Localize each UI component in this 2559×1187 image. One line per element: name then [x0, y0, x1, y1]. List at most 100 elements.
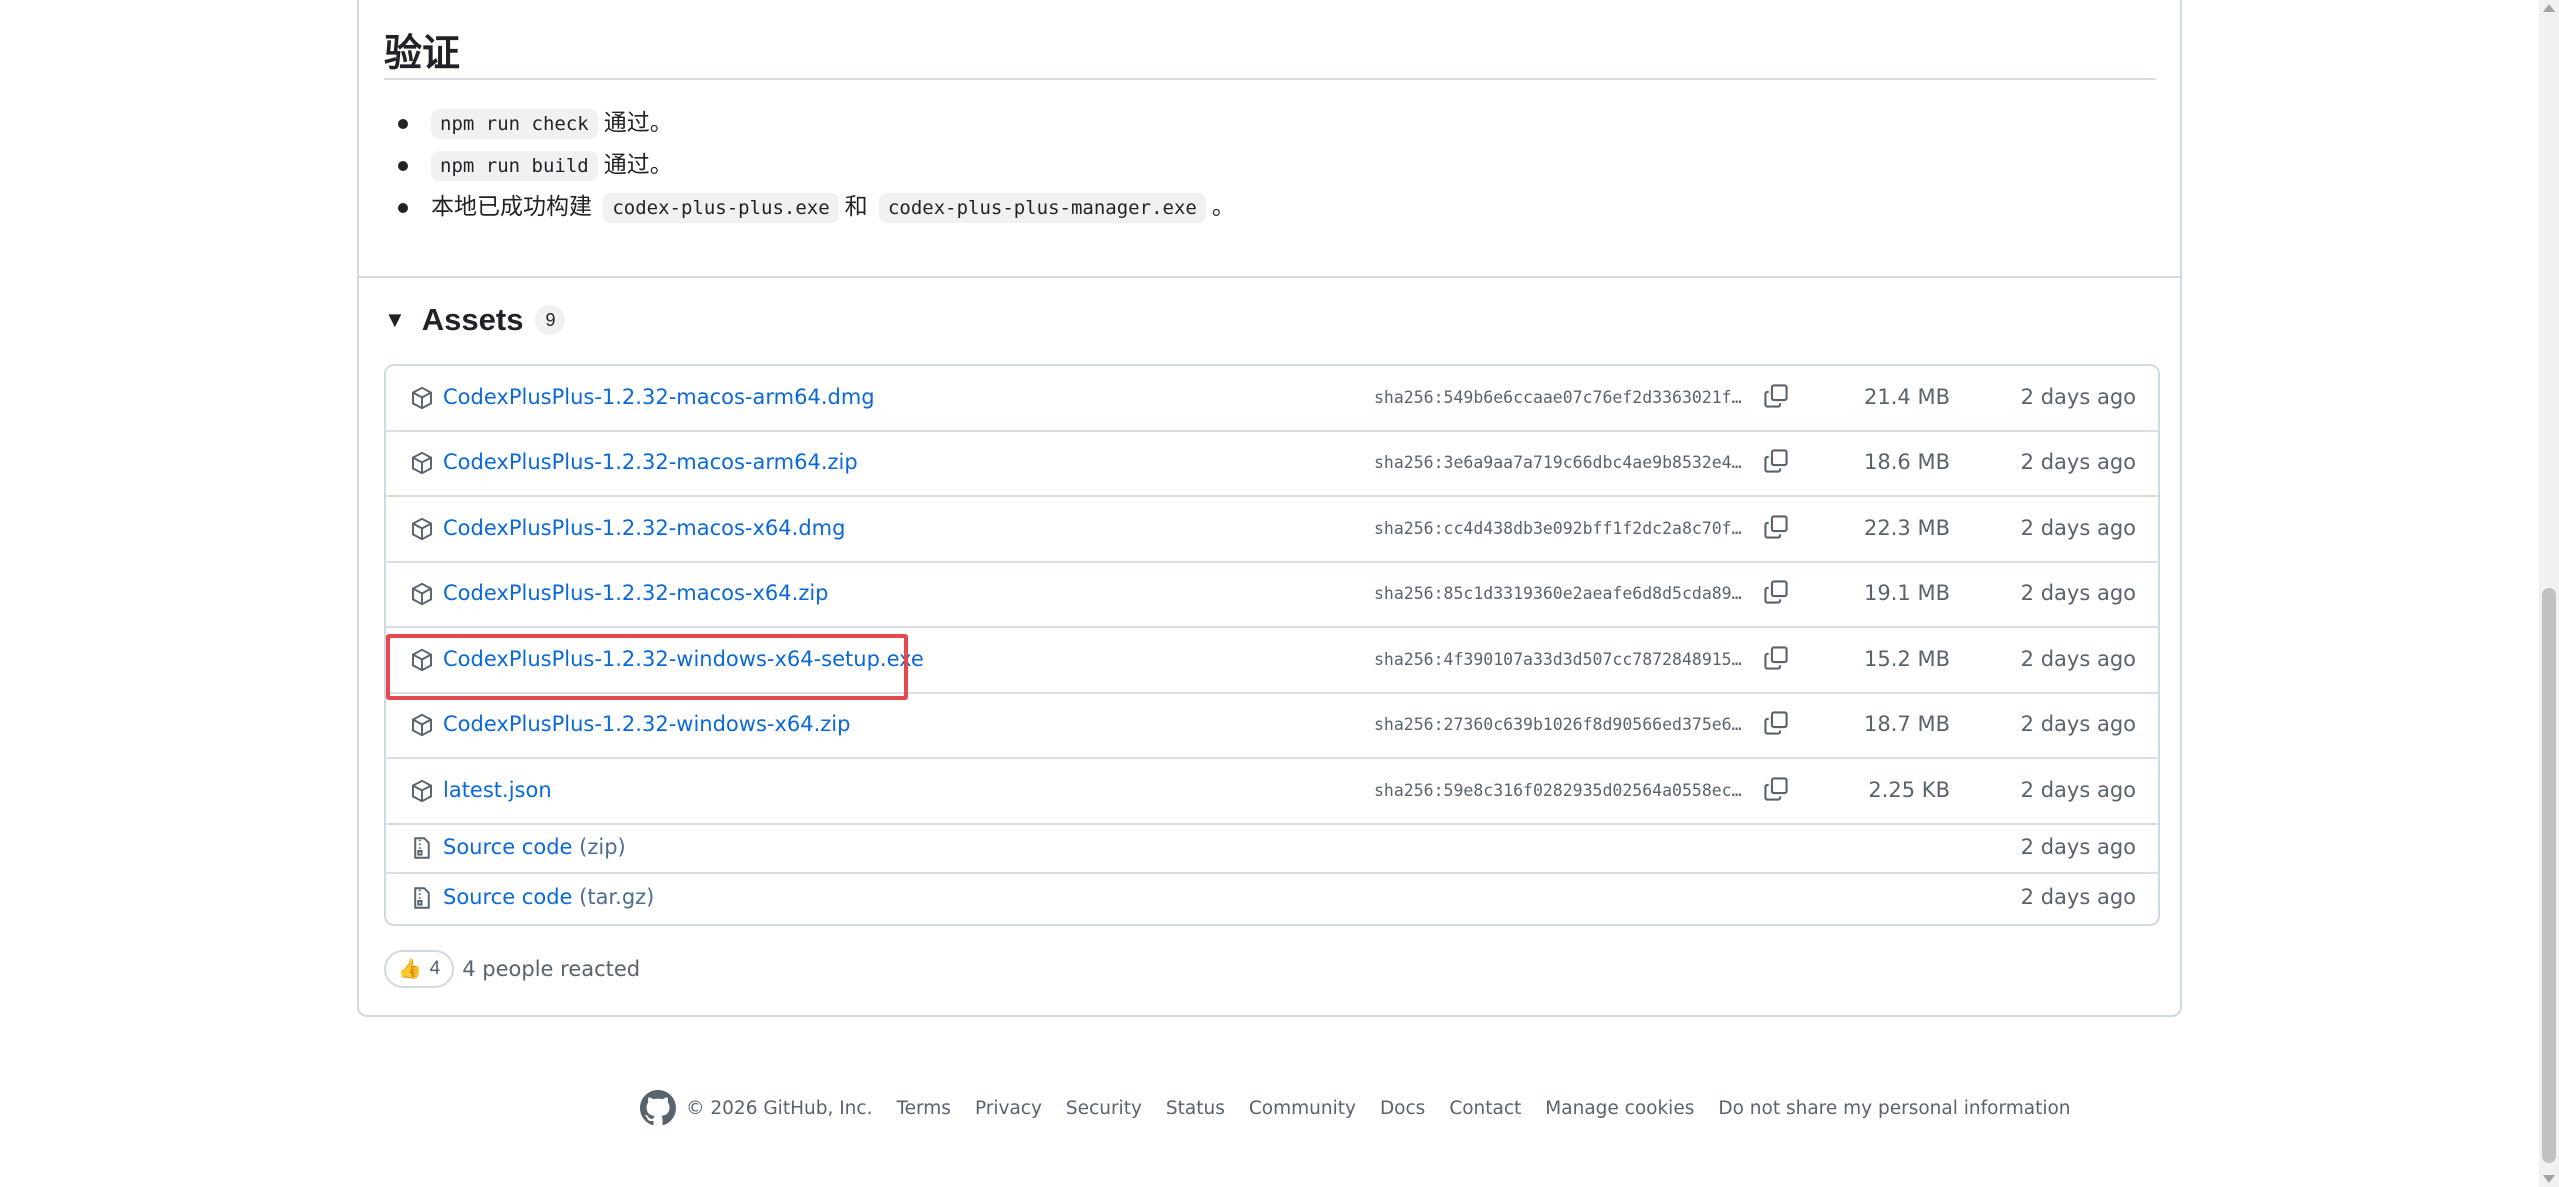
asset-sha256: sha256:59e8c316f0282935d02564a0558ec…: [1374, 780, 1742, 800]
footer-link-do-not-share[interactable]: Do not share my personal information: [1718, 1098, 2070, 1119]
inline-code: npm run build: [431, 151, 598, 181]
source-code-row: Source code (zip) 2 days ago: [386, 825, 2158, 874]
source-code-format: (zip): [579, 835, 626, 860]
asset-date: 2 days ago: [2020, 515, 2136, 540]
asset-row: CodexPlusPlus-1.2.32-windows-x64-setup.e…: [386, 628, 2158, 694]
footer-link-contact[interactable]: Contact: [1449, 1098, 1521, 1119]
asset-date: 2 days ago: [2020, 450, 2136, 475]
asset-size: 15.2 MB: [1864, 646, 1950, 671]
copy-icon[interactable]: [1763, 383, 1789, 409]
caret-down-icon: ▼: [384, 307, 406, 332]
asset-sha256: sha256:27360c639b1026f8d90566ed375e6…: [1374, 715, 1742, 735]
copy-icon[interactable]: [1763, 448, 1789, 474]
asset-sha256: sha256:85c1d3319360e2aeafe6d8d5cda89…: [1374, 584, 1742, 604]
footer-link-status[interactable]: Status: [1166, 1098, 1225, 1119]
asset-size: 18.6 MB: [1864, 450, 1950, 475]
inline-code: npm run check: [431, 109, 598, 139]
asset-date: 2 days ago: [2020, 777, 2136, 802]
footer-link-manage-cookies[interactable]: Manage cookies: [1545, 1098, 1694, 1119]
package-icon: [410, 516, 434, 542]
list-item-text: 通过。: [603, 152, 673, 178]
asset-date: 2 days ago: [2020, 884, 2136, 909]
release-card: 验证 npm run check 通过。 npm run build 通过。 本地已…: [357, 0, 2182, 1017]
list-item: npm run check 通过。: [398, 102, 1235, 144]
asset-date: 2 days ago: [2020, 646, 2136, 671]
source-code-link[interactable]: Source code (tar.gz): [443, 885, 654, 909]
asset-download-link[interactable]: CodexPlusPlus-1.2.32-macos-x64.dmg: [443, 516, 845, 540]
copy-icon[interactable]: [1763, 579, 1789, 605]
footer-copyright: © 2026 GitHub, Inc.: [686, 1097, 873, 1119]
package-icon: [410, 647, 434, 673]
assets-title: Assets: [421, 302, 524, 337]
source-code-label: Source code: [443, 835, 573, 860]
asset-download-link[interactable]: CodexPlusPlus-1.2.32-windows-x64-setup.e…: [443, 647, 924, 671]
asset-sha256: sha256:3e6a9aa7a719c66dbc4ae9b8532e4…: [1374, 453, 1742, 473]
asset-download-link[interactable]: CodexPlusPlus-1.2.32-macos-arm64.zip: [443, 450, 858, 474]
reacted-summary: 4 people reacted: [462, 957, 641, 981]
list-item-text: 本地已成功构建: [431, 194, 592, 220]
footer-link-security[interactable]: Security: [1066, 1098, 1142, 1119]
asset-row: CodexPlusPlus-1.2.32-macos-x64.dmg sha256…: [386, 497, 2158, 563]
copy-icon[interactable]: [1763, 514, 1789, 540]
file-zip-icon: [410, 835, 434, 861]
asset-download-link[interactable]: CodexPlusPlus-1.2.32-windows-x64.zip: [443, 712, 850, 736]
package-icon: [410, 581, 434, 607]
asset-date: 2 days ago: [2020, 712, 2136, 737]
asset-row: CodexPlusPlus-1.2.32-macos-arm64.dmg sha2…: [386, 366, 2158, 432]
asset-size: 18.7 MB: [1864, 712, 1950, 737]
footer-link-community[interactable]: Community: [1249, 1098, 1356, 1119]
reaction-button[interactable]: 👍 4: [384, 950, 455, 988]
asset-row: CodexPlusPlus-1.2.32-macos-arm64.zip sha2…: [386, 432, 2158, 497]
list-item: 本地已成功构建 codex-plus-plus.exe 和 codex-plus-…: [398, 186, 1235, 228]
assets-toggle[interactable]: ▼ Assets 9: [384, 300, 566, 340]
package-icon: [410, 385, 434, 411]
inline-code: codex-plus-plus-manager.exe: [878, 193, 1206, 223]
heading-divider: [384, 78, 2156, 80]
vertical-scrollbar[interactable]: [2539, 0, 2559, 1187]
footer-link-docs[interactable]: Docs: [1380, 1098, 1425, 1119]
scroll-up-arrow-icon[interactable]: [2543, 4, 2555, 12]
asset-download-link[interactable]: latest.json: [443, 778, 552, 802]
asset-sha256: sha256:4f390107a33d3d507cc7872848915…: [1374, 649, 1742, 669]
footer-link-terms[interactable]: Terms: [896, 1098, 950, 1119]
reactions-bar: 👍 4 4 people reacted: [384, 950, 640, 988]
verify-list: npm run check 通过。 npm run build 通过。 本地已成功构…: [398, 102, 1235, 228]
asset-date: 2 days ago: [2020, 384, 2136, 409]
asset-row: CodexPlusPlus-1.2.32-macos-x64.zip sha256…: [386, 563, 2158, 628]
source-code-format: (tar.gz): [579, 884, 655, 909]
package-icon: [410, 712, 434, 738]
release-notes-section: 验证 npm run check 通过。 npm run build 通过。 本地已…: [359, 0, 2180, 278]
asset-size: 22.3 MB: [1864, 515, 1950, 540]
reaction-count: 4: [429, 958, 441, 979]
asset-sha256: sha256:549b6e6ccaae07c76ef2d3363021f…: [1374, 387, 1742, 407]
file-zip-icon: [410, 885, 434, 911]
scroll-down-arrow-icon[interactable]: [2543, 1175, 2555, 1183]
copy-icon[interactable]: [1763, 776, 1789, 802]
footer-link-privacy[interactable]: Privacy: [975, 1098, 1042, 1119]
assets-list: CodexPlusPlus-1.2.32-macos-arm64.dmg sha2…: [384, 364, 2160, 926]
package-icon: [410, 450, 434, 476]
source-code-row: Source code (tar.gz) 2 days ago: [386, 874, 2158, 924]
asset-sha256: sha256:cc4d438db3e092bff1f2dc2a8c70f…: [1374, 518, 1742, 538]
source-code-label: Source code: [443, 884, 573, 909]
copy-icon[interactable]: [1763, 710, 1789, 736]
copy-icon[interactable]: [1763, 645, 1789, 671]
list-item-text: 和: [844, 194, 868, 220]
thumbs-up-icon: 👍: [398, 959, 422, 980]
asset-row: CodexPlusPlus-1.2.32-windows-x64.zip sha2…: [386, 694, 2158, 759]
assets-count-badge: 9: [535, 305, 566, 335]
scrollbar-thumb[interactable]: [2542, 588, 2556, 1163]
github-logo-icon[interactable]: [640, 1090, 676, 1126]
asset-date: 2 days ago: [2020, 835, 2136, 860]
asset-row: latest.json sha256:59e8c316f0282935d02564…: [386, 759, 2158, 825]
list-item-text: 。: [1211, 194, 1235, 220]
asset-size: 19.1 MB: [1864, 581, 1950, 606]
asset-download-link[interactable]: CodexPlusPlus-1.2.32-macos-arm64.dmg: [443, 385, 875, 409]
asset-download-link[interactable]: CodexPlusPlus-1.2.32-macos-x64.zip: [443, 581, 829, 605]
inline-code: codex-plus-plus.exe: [603, 193, 839, 223]
list-item-text: 通过。: [603, 110, 673, 136]
source-code-link[interactable]: Source code (zip): [443, 835, 626, 859]
package-icon: [410, 778, 434, 804]
list-item: npm run build 通过。: [398, 144, 1235, 186]
site-footer: © 2026 GitHub, Inc. Terms Privacy Securi…: [640, 1088, 2095, 1128]
